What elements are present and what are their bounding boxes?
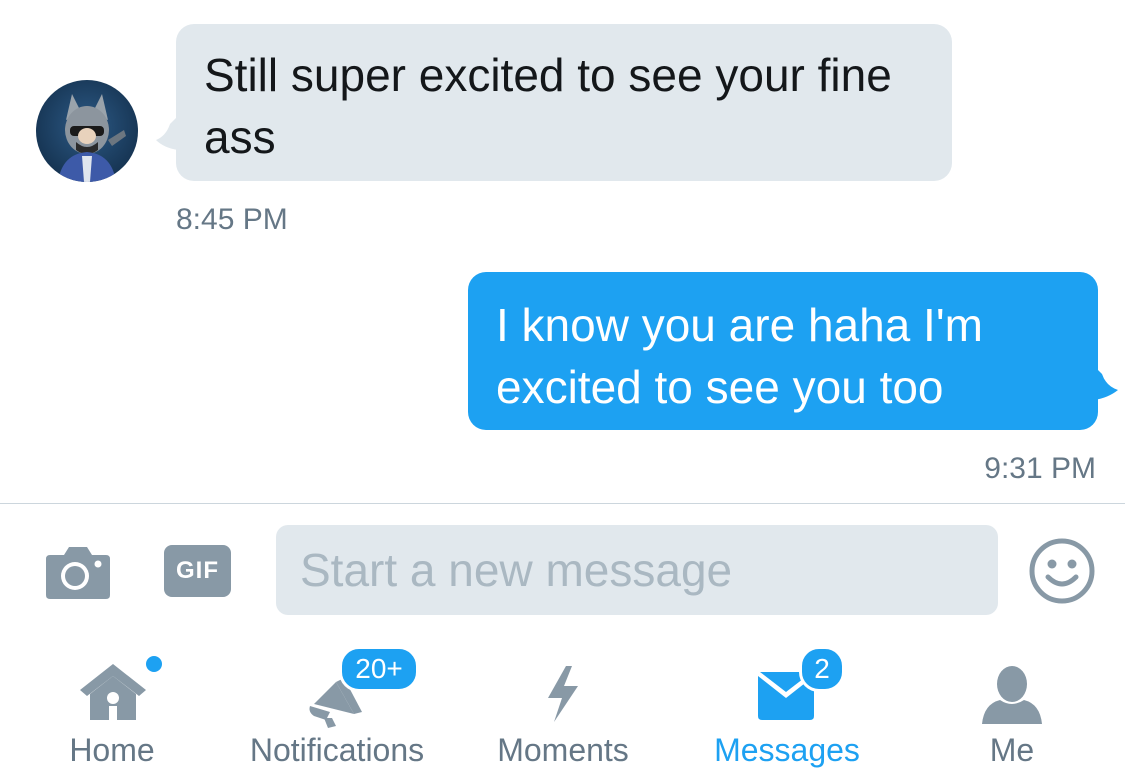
home-icon <box>80 664 146 720</box>
smiley-icon <box>1029 538 1095 604</box>
outgoing-message-time: 9:31 PM <box>984 452 1096 485</box>
dm-screen: Still super excited to see your fine ass… <box>0 0 1125 782</box>
lightning-icon <box>548 666 578 722</box>
outgoing-message-bubble[interactable]: I know you are haha I'm excited to see y… <box>468 272 1098 430</box>
gif-button[interactable]: GIF <box>164 545 231 597</box>
gif-icon: GIF <box>176 557 219 584</box>
person-icon <box>982 666 1042 724</box>
messages-badge-count: 2 <box>814 653 830 684</box>
emoji-button[interactable] <box>1028 537 1096 605</box>
notifications-badge-count: 20+ <box>355 653 403 684</box>
composer-divider <box>0 503 1125 504</box>
tab-messages[interactable]: 2 Messages <box>704 640 870 782</box>
home-new-dot <box>146 656 162 672</box>
camera-icon <box>46 547 110 599</box>
tab-home-label: Home <box>69 732 155 768</box>
message-input[interactable] <box>276 525 998 615</box>
tab-me-label: Me <box>989 732 1035 768</box>
incoming-message-text: Still super excited to see your fine ass <box>204 49 892 163</box>
tab-messages-label: Messages <box>714 732 860 768</box>
tab-home[interactable]: Home <box>52 640 172 782</box>
tab-me[interactable]: Me <box>962 640 1062 782</box>
tab-notifications[interactable]: 20+ Notifications <box>236 640 438 782</box>
messages-badge: 2 <box>799 646 845 692</box>
tab-moments-label: Moments <box>497 732 629 768</box>
tab-moments[interactable]: Moments <box>488 640 638 782</box>
sender-avatar[interactable] <box>36 80 138 182</box>
camera-button[interactable] <box>44 543 112 601</box>
outgoing-message-text: I know you are haha I'm excited to see y… <box>496 299 983 413</box>
incoming-message-time: 8:45 PM <box>176 203 288 236</box>
tab-notifications-label: Notifications <box>249 732 425 768</box>
incoming-message-bubble[interactable]: Still super excited to see your fine ass <box>176 24 952 181</box>
notifications-badge: 20+ <box>339 646 419 692</box>
